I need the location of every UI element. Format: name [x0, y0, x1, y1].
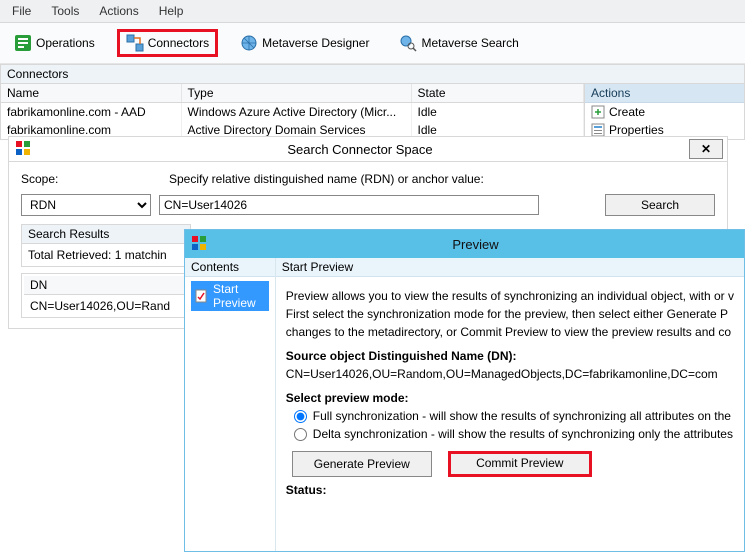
mode-label: Select preview mode: — [286, 391, 734, 405]
menu-actions[interactable]: Actions — [91, 2, 146, 20]
operations-button[interactable]: Operations — [6, 30, 103, 56]
document-check-icon — [195, 289, 209, 303]
radio-full[interactable] — [294, 410, 307, 423]
metaverse-designer-button[interactable]: Metaverse Designer — [232, 30, 377, 56]
search-results-header: Search Results — [21, 224, 191, 244]
operations-label: Operations — [36, 36, 95, 50]
radio-delta-row[interactable]: Delta synchronization - will show the re… — [294, 427, 734, 441]
operations-icon — [14, 34, 32, 52]
menu-file[interactable]: File — [4, 2, 39, 20]
rdn-input[interactable] — [159, 195, 539, 215]
col-type[interactable]: Type — [181, 84, 411, 103]
scs-title: Search Connector Space — [31, 142, 689, 157]
scope-label: Scope: — [21, 172, 81, 186]
start-preview-header: Start Preview — [276, 258, 744, 277]
main-split: Name Type State fabrikamonline.com - AAD… — [0, 83, 745, 140]
action-create[interactable]: Create — [585, 103, 744, 121]
preview-dialog: Preview Contents Start Preview Start Pre… — [184, 229, 745, 552]
dn-row[interactable]: CN=User14026,OU=Rand — [24, 297, 188, 315]
menu-tools[interactable]: Tools — [43, 2, 87, 20]
metaverse-designer-label: Metaverse Designer — [262, 36, 369, 50]
preview-para2b: changes to the metadirectory, or Commit … — [286, 325, 734, 339]
dn-label: Source object Distinguished Name (DN): — [286, 349, 734, 363]
generate-preview-button[interactable]: Generate Preview — [292, 451, 432, 477]
connectors-button[interactable]: Connectors — [117, 29, 218, 57]
connectors-section-label: Connectors — [0, 64, 745, 83]
scs-app-icon — [15, 140, 31, 159]
actions-pane: Actions Create Properties — [585, 83, 745, 140]
metaverse-designer-icon — [240, 34, 258, 52]
action-properties-label: Properties — [609, 123, 664, 137]
cell-type: Windows Azure Active Directory (Micr... — [181, 103, 411, 122]
preview-para2a: First select the synchronization mode fo… — [286, 307, 734, 321]
status-label: Status: — [286, 483, 734, 497]
preview-tree: Contents Start Preview — [185, 258, 276, 551]
tree-node-label: Start Preview — [213, 282, 265, 310]
close-button[interactable]: ✕ — [689, 139, 723, 159]
metaverse-search-icon — [399, 34, 417, 52]
connectors-icon — [126, 34, 144, 52]
source-dn-value: CN=User14026,OU=Random,OU=ManagedObjects… — [286, 367, 734, 381]
total-retrieved: Total Retrieved: 1 matchin — [21, 244, 191, 267]
scope-select[interactable]: RDN — [21, 194, 151, 216]
preview-title: Preview — [207, 237, 744, 252]
connectors-label: Connectors — [148, 36, 209, 50]
cell-state: Idle — [411, 103, 584, 122]
actions-header: Actions — [585, 84, 744, 103]
radio-delta-label: Delta synchronization - will show the re… — [313, 427, 733, 441]
metaverse-search-button[interactable]: Metaverse Search — [391, 30, 526, 56]
preview-content: Start Preview Preview allows you to view… — [276, 258, 744, 551]
scs-instruction: Specify relative distinguished name (RDN… — [169, 172, 484, 186]
menu-help[interactable]: Help — [151, 2, 192, 20]
dn-cell: CN=User14026,OU=Rand — [24, 297, 188, 315]
radio-delta[interactable] — [294, 428, 307, 441]
cell-name: fabrikamonline.com - AAD — [1, 103, 181, 122]
search-button[interactable]: Search — [605, 194, 715, 216]
preview-intro: Preview allows you to view the results o… — [286, 289, 734, 303]
menubar: File Tools Actions Help — [0, 0, 745, 23]
action-create-label: Create — [609, 105, 645, 119]
radio-full-label: Full synchronization - will show the res… — [313, 409, 731, 423]
table-row[interactable]: fabrikamonline.com - AAD Windows Azure A… — [1, 103, 584, 122]
tree-node-start-preview[interactable]: Start Preview — [191, 281, 269, 311]
radio-full-row[interactable]: Full synchronization - will show the res… — [294, 409, 734, 423]
tree-header: Contents — [185, 258, 275, 277]
properties-icon — [591, 123, 605, 137]
col-state[interactable]: State — [411, 84, 584, 103]
preview-app-icon — [191, 235, 207, 254]
preview-titlebar: Preview — [185, 230, 744, 258]
scs-titlebar: Search Connector Space ✕ — [8, 136, 728, 162]
create-icon — [591, 105, 605, 119]
dn-col[interactable]: DN — [24, 276, 188, 295]
toolbar: Operations Connectors Metaverse Designer… — [0, 23, 745, 64]
connectors-table: Name Type State fabrikamonline.com - AAD… — [0, 83, 585, 140]
dn-grid: DN CN=User14026,OU=Rand — [21, 273, 191, 318]
metaverse-search-label: Metaverse Search — [421, 36, 518, 50]
commit-preview-button[interactable]: Commit Preview — [448, 451, 592, 477]
col-name[interactable]: Name — [1, 84, 181, 103]
